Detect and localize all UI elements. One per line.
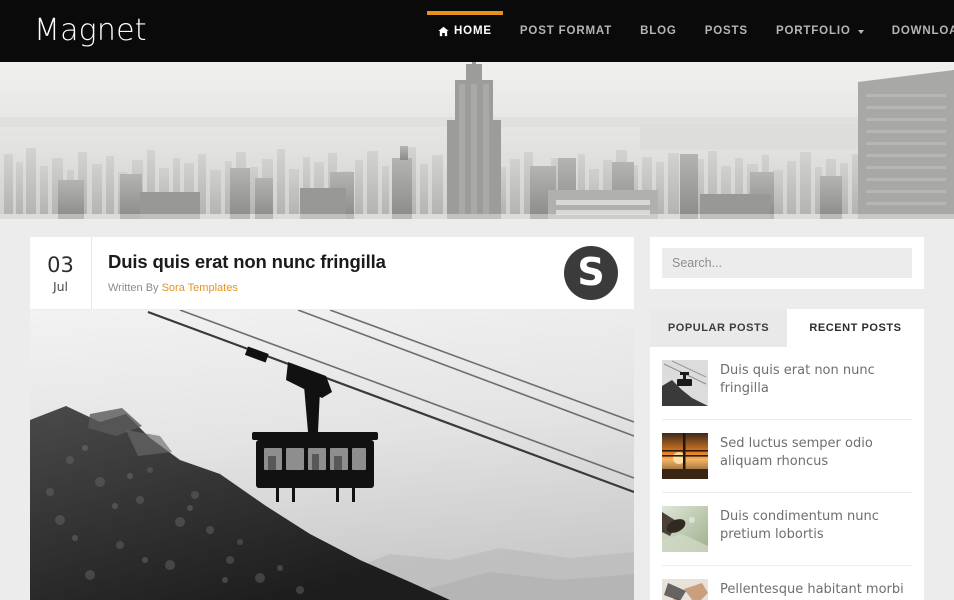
main-navigation: HOME POST FORMAT BLOG POSTS PORTFOLIO DOWNLOA… — [424, 0, 954, 62]
post-header-text: Duis quis erat non nunc fringilla Writte… — [92, 237, 564, 309]
post-date-month: Jul — [52, 278, 69, 294]
post-meta: Written By Sora Templates — [108, 282, 564, 294]
post-date: 03 Jul — [30, 237, 92, 309]
home-icon — [438, 26, 449, 37]
nav-item-label: POST FORMAT — [519, 25, 613, 37]
post-list-item-title[interactable]: Pellentesque habitant morbi tristique se… — [720, 579, 912, 600]
nav-item-label: POSTS — [704, 25, 748, 37]
post-list-item[interactable]: Duis condimentum nunc pretium lobortis — [662, 493, 912, 566]
nav-item-label: HOME — [454, 25, 492, 37]
post-list-item[interactable]: Pellentesque habitant morbi tristique se… — [662, 566, 912, 600]
nav-item-blog[interactable]: BLOG — [626, 0, 691, 62]
tab-recent-posts[interactable]: RECENT POSTS — [787, 309, 924, 347]
nav-item-label: BLOG — [640, 25, 677, 37]
nav-item-portfolio[interactable]: PORTFOLIO — [762, 0, 878, 62]
main-content: 03 Jul Duis quis erat non nunc fringilla… — [30, 237, 634, 600]
post-author-link[interactable]: Sora Templates — [162, 282, 238, 294]
cable-car-thumb — [662, 360, 708, 406]
author-avatar[interactable]: S — [564, 246, 618, 300]
post-list: Duis quis erat non nunc fringilla Sed luc… — [650, 347, 924, 600]
post-title[interactable]: Duis quis erat non nunc fringilla — [108, 251, 564, 273]
page-body: 03 Jul Duis quis erat non nunc fringilla… — [0, 219, 954, 600]
post-featured-image[interactable] — [30, 309, 634, 600]
post-header: 03 Jul Duis quis erat non nunc fringilla… — [30, 237, 634, 309]
tab-popular-posts[interactable]: POPULAR POSTS — [650, 309, 787, 347]
nav-item-label: PORTFOLIO — [775, 25, 851, 37]
post-card: 03 Jul Duis quis erat non nunc fringilla… — [30, 237, 634, 600]
post-list-item-title[interactable]: Duis condimentum nunc pretium lobortis — [720, 506, 912, 543]
search-input[interactable] — [662, 248, 912, 278]
nav-item-label: DOWNLOAD — [891, 25, 954, 37]
post-date-day: 03 — [47, 253, 74, 278]
nav-item-post-format[interactable]: POST FORMAT — [506, 0, 626, 62]
chevron-down-icon — [857, 30, 864, 34]
posts-widget: POPULAR POSTS RECENT POSTS Duis quis erat… — [650, 309, 924, 600]
search-widget — [650, 237, 924, 289]
site-logo[interactable]: Magnet — [34, 16, 147, 46]
written-by-label: Written By — [108, 282, 159, 295]
hero-banner — [0, 62, 954, 219]
posts-tabs: POPULAR POSTS RECENT POSTS — [650, 309, 924, 347]
post-list-item[interactable]: Sed luctus semper odio aliquam rhoncus — [662, 420, 912, 493]
post-list-item-title[interactable]: Duis quis erat non nunc fringilla — [720, 360, 912, 397]
nav-item-download[interactable]: DOWNLOAD — [878, 0, 954, 62]
sunset-road-thumb — [662, 433, 708, 479]
macro-green-thumb — [662, 506, 708, 552]
sidebar: POPULAR POSTSRECENT POSTS Duis quis erat… — [650, 237, 924, 600]
nav-item-home[interactable]: HOME — [424, 0, 506, 62]
post-list-item[interactable]: Duis quis erat non nunc fringilla — [662, 347, 912, 420]
nav-item-posts[interactable]: POSTS — [691, 0, 762, 62]
post-list-item-title[interactable]: Sed luctus semper odio aliquam rhoncus — [720, 433, 912, 470]
site-header: Magnet HOME POST FORMAT BLOG POSTS PORTFOLIO… — [0, 0, 954, 62]
hands-thumb — [662, 579, 708, 600]
